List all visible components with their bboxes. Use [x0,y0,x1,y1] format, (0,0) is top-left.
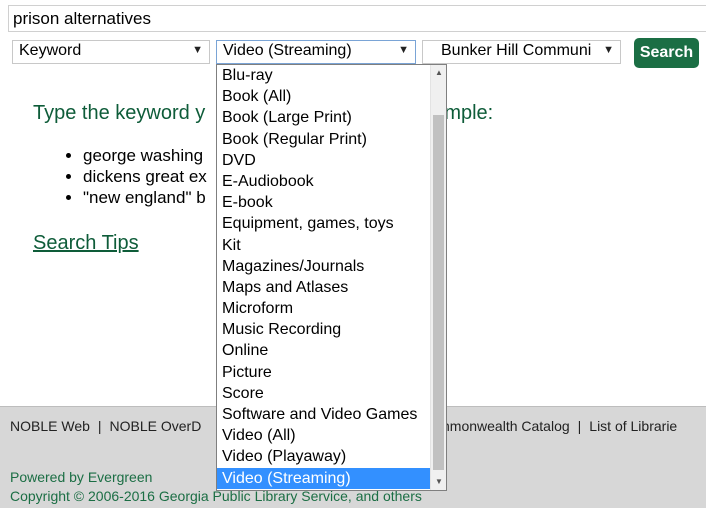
scroll-down-arrow-icon[interactable]: ▼ [431,474,446,490]
footer-link-list-of-libraries[interactable]: List of Librarie [589,418,677,434]
example-item: "new england" b [83,187,207,208]
format-value: Video (Streaming) [223,42,352,59]
example-item: george washing [83,145,207,166]
format-options: Blu-ray Book (All) Book (Large Print) Book … [217,65,446,489]
format-option[interactable]: Maps and Atlases [217,277,434,298]
scrollbar-thumb[interactable] [433,115,444,470]
search-tips-link[interactable]: Search Tips [33,232,139,255]
format-option[interactable]: E-book [217,192,434,213]
format-option[interactable]: Book (Large Print) [217,107,434,128]
format-option[interactable]: DVD [217,150,434,171]
format-option[interactable]: Music Recording [217,319,434,340]
chevron-down-icon: ▼ [603,44,614,56]
format-option[interactable]: Magazines/Journals [217,256,434,277]
example-list: george washing dickens great ex "new eng… [33,145,207,208]
footer-link-noble-web[interactable]: NOBLE Web [10,418,90,434]
search-type-select[interactable]: Keyword ▼ [12,40,210,64]
search-input[interactable]: prison alternatives [8,5,706,32]
search-type-value: Keyword [19,42,82,59]
footer-link-commonwealth-catalog[interactable]: ommonwealth Catalog [430,418,569,434]
format-option[interactable]: Microform [217,298,434,319]
powered-by-text[interactable]: Powered by Evergreen [10,469,152,485]
search-button[interactable]: Search [634,38,699,68]
format-option[interactable]: Book (Regular Print) [217,129,434,150]
format-option[interactable]: Kit [217,235,434,256]
format-option[interactable]: Book (All) [217,86,434,107]
format-option[interactable]: Video (Streaming) [217,467,434,489]
dropdown-scrollbar[interactable]: ▲ ▼ [430,65,446,490]
chevron-down-icon: ▼ [398,44,409,56]
format-option[interactable]: Blu-ray [217,65,434,86]
format-option[interactable]: Score [217,383,434,404]
format-option[interactable]: E-Audiobook [217,171,434,192]
scroll-up-arrow-icon[interactable]: ▲ [431,65,446,81]
intro-text-end: mple: [444,102,494,124]
format-option[interactable]: Software and Video Games [217,404,434,425]
format-option[interactable]: Picture [217,362,434,383]
chevron-down-icon: ▼ [192,44,203,56]
library-select[interactable]: Bunker Hill Communi ▼ [422,40,621,64]
example-item: dickens great ex [83,166,207,187]
format-dropdown-list[interactable]: Blu-ray Book (All) Book (Large Print) Book … [216,64,447,491]
format-option[interactable]: Video (Playaway) [217,446,434,467]
format-option[interactable]: Video (All) [217,425,434,446]
intro-text-start: Type the keyword y [33,102,206,124]
format-option[interactable]: Equipment, games, toys [217,213,434,234]
footer-link-noble-overdrive[interactable]: NOBLE OverD [110,418,202,434]
format-select[interactable]: Video (Streaming) ▼ [216,40,416,64]
library-value: Bunker Hill Communi [441,42,592,59]
format-option[interactable]: Online [217,340,434,361]
